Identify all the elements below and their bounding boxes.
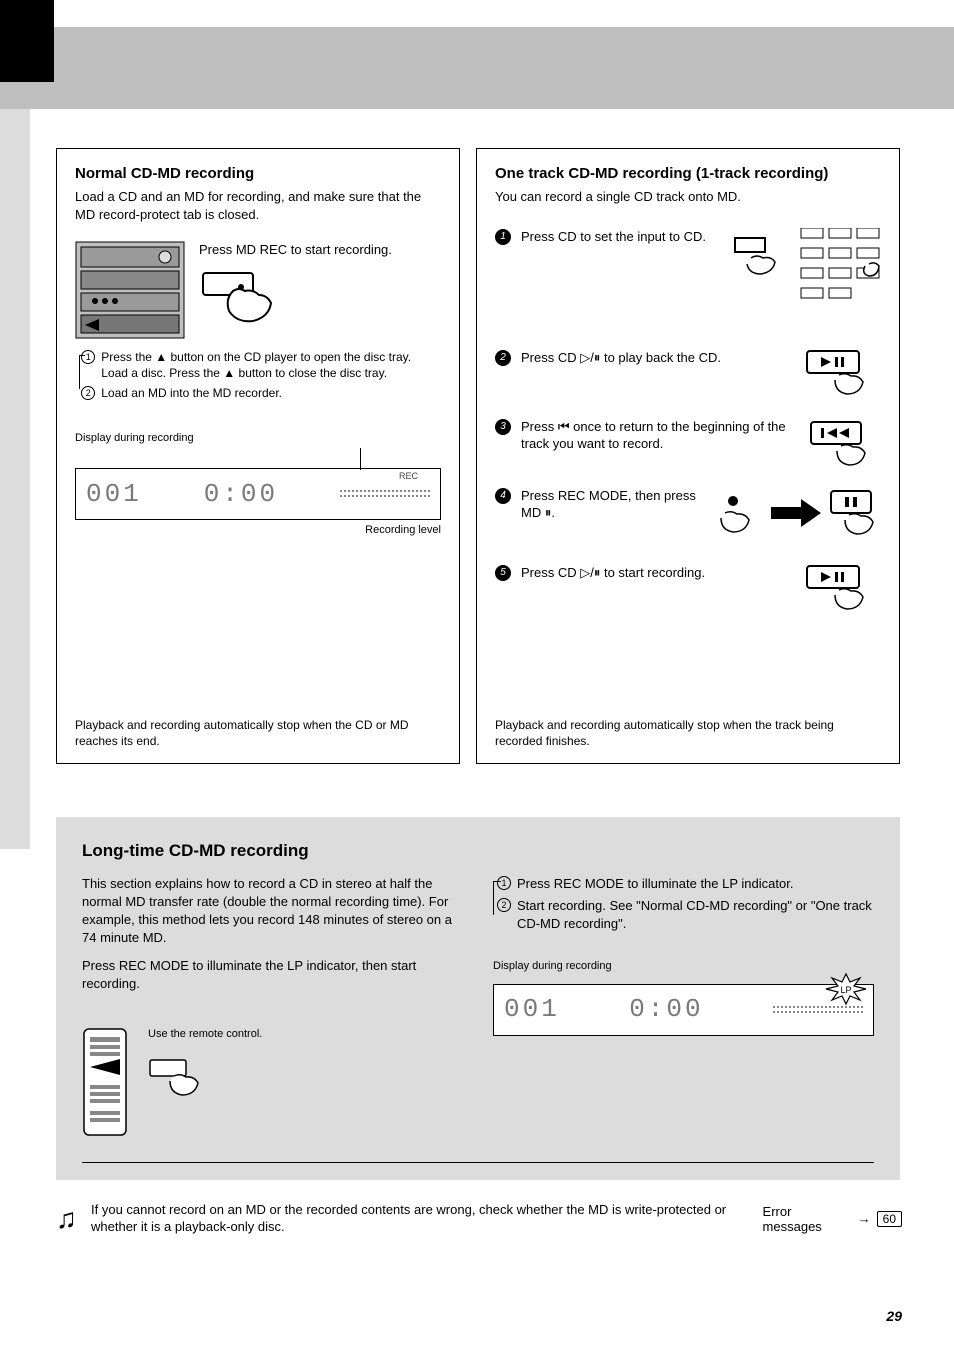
bottom-col1-p2: Press REC MODE to illuminate the LP indi… bbox=[82, 957, 463, 993]
display-caption: Display during recording bbox=[493, 959, 874, 974]
step-bullet-1: 1 bbox=[495, 229, 511, 245]
pointer-label: Recording level bbox=[75, 524, 441, 536]
panel-title: One track CD-MD recording (1-track recor… bbox=[495, 165, 881, 182]
press-hand-icon bbox=[148, 1058, 463, 1113]
bottom-col1-p1: This section explains how to record a CD… bbox=[82, 875, 463, 947]
lcd-time: 0:00 bbox=[204, 479, 278, 509]
level-meter-icon bbox=[340, 480, 430, 508]
left-footnote: Playback and recording automatically sto… bbox=[75, 717, 441, 749]
input-buttons-icon bbox=[731, 228, 881, 331]
lcd-track: 001 bbox=[86, 479, 142, 509]
step-bullet-2: 2 bbox=[495, 350, 511, 366]
left-gray-side bbox=[0, 109, 30, 849]
step2-text: Press CD ▷/⏸ to play back the CD. bbox=[521, 350, 721, 365]
footer-text: If you cannot record on an MD or the rec… bbox=[91, 1202, 763, 1236]
starburst-icon: LP bbox=[824, 972, 868, 1011]
page-ref-box: 60 bbox=[877, 1211, 902, 1227]
circled-1-icon: 1 bbox=[81, 350, 95, 364]
prev-track-button-icon bbox=[801, 418, 881, 469]
circled-1-icon: 1 bbox=[497, 876, 511, 890]
panel-title: Normal CD-MD recording bbox=[75, 165, 441, 182]
play-pause-button-icon bbox=[801, 349, 881, 400]
page-number: 29 bbox=[886, 1308, 902, 1324]
header-gray-band bbox=[0, 27, 954, 109]
right-footnote: Playback and recording automatically sto… bbox=[495, 717, 881, 749]
panel-normal-recording: Normal CD-MD recording Load a CD and an … bbox=[56, 148, 460, 764]
footer-row: ♫ If you cannot record on an MD or the r… bbox=[56, 1202, 902, 1236]
circled-2-icon: 2 bbox=[497, 898, 511, 912]
step5-text: Press CD ▷/⏸ to start recording. bbox=[521, 565, 705, 580]
step-bullet-3: 3 bbox=[495, 419, 511, 435]
divider bbox=[82, 1162, 874, 1163]
substep-2: Load an MD into the MD recorder. bbox=[101, 385, 282, 401]
black-corner-tab bbox=[0, 0, 54, 82]
play-pause-button-icon-2 bbox=[801, 564, 881, 615]
lcd-display: REC 001 0:00 bbox=[75, 468, 441, 520]
panel-intro: You can record a single CD track onto MD… bbox=[495, 188, 881, 206]
lcd-display-bottom: 001 0:00 bbox=[493, 984, 874, 1036]
rec-then-pause-icon bbox=[711, 487, 881, 546]
lcd-time: 0:00 bbox=[629, 992, 703, 1028]
step-bullet-4: 4 bbox=[495, 488, 511, 504]
bottom-title: Long-time CD-MD recording bbox=[82, 841, 874, 861]
step-bullet-5: 5 bbox=[495, 565, 511, 581]
step1-text: Press CD to set the input to CD. bbox=[521, 229, 706, 244]
step-text: Press MD REC to start recording. bbox=[199, 241, 441, 259]
remote-control-icon bbox=[82, 1027, 128, 1142]
panel-one-track-recording: One track CD-MD recording (1-track recor… bbox=[476, 148, 900, 764]
substep-1: Press the ▲ button on the CD player to o… bbox=[101, 349, 441, 381]
rec-flag: REC bbox=[399, 471, 418, 481]
step4-text: Press REC MODE, then press MD ⏸. bbox=[521, 488, 696, 521]
use-remote-label: Use the remote control. bbox=[148, 1027, 463, 1042]
pointer-line bbox=[360, 448, 361, 470]
circled-2-icon: 2 bbox=[81, 386, 95, 400]
music-note-icon: ♫ bbox=[56, 1203, 77, 1235]
lcd-track: 001 bbox=[504, 992, 560, 1028]
step3-text: Press ⏮ once to return to the beginning … bbox=[521, 419, 786, 452]
section-long-time-recording: Long-time CD-MD recording This section e… bbox=[56, 817, 900, 1180]
press-hand-icon bbox=[199, 269, 441, 327]
bottom-sub1: Press REC MODE to illuminate the LP indi… bbox=[517, 875, 794, 893]
footer-ref-label: Error messages bbox=[763, 1204, 852, 1234]
stereo-system-icon bbox=[75, 241, 185, 339]
panel-intro: Load a CD and an MD for recording, and m… bbox=[75, 188, 441, 223]
lp-flag: LP bbox=[840, 985, 851, 995]
bottom-sub2: Start recording. See "Normal CD-MD recor… bbox=[517, 897, 874, 933]
display-caption: Display during recording bbox=[75, 432, 441, 444]
